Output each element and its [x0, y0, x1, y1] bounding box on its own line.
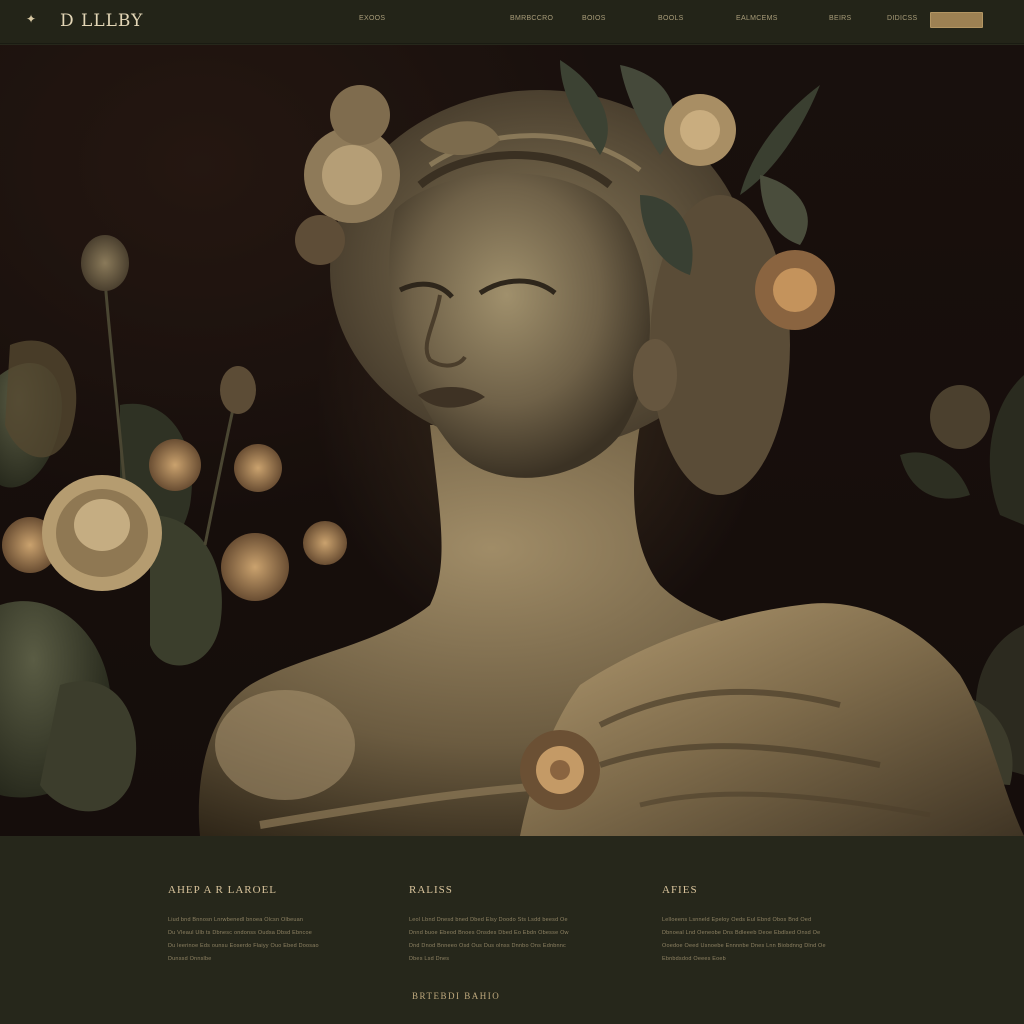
nav-link-7[interactable]: DIDICSS: [887, 15, 918, 22]
info-column-2: RALISS Leol Lbnd Dnesd bned Dbed Elsy Do…: [409, 884, 624, 966]
nav-link-5[interactable]: EALMCEMS: [736, 15, 778, 22]
column-title: RALISS: [409, 884, 453, 896]
nav-link-3[interactable]: BOIOS: [582, 15, 606, 22]
brand-logo[interactable]: D LLLBY: [60, 11, 143, 31]
nav-link-2[interactable]: BMRBCCRO: [510, 15, 553, 22]
column-title: AFIES: [662, 884, 698, 896]
nav-link-6[interactable]: BEIRS: [829, 15, 852, 22]
column-text: Leol Lbnd Dnesd bned Dbed Elsy Doodo Sts…: [409, 917, 569, 962]
sparkle-icon[interactable]: ✦: [24, 12, 38, 26]
column-text: Lelloeens Lsnneld Epeloy Oeds Eul Ebnd O…: [662, 917, 826, 962]
cta-button[interactable]: [930, 12, 983, 28]
nav-link-4[interactable]: BOOLS: [658, 15, 684, 22]
nav-link-1[interactable]: EXOOS: [359, 15, 385, 22]
info-column-3: AFIES Lelloeens Lsnneld Epeloy Oeds Eul …: [662, 884, 877, 966]
column-title: AHEP A R LAROEL: [168, 884, 278, 896]
statue-illustration: [0, 45, 1024, 836]
hero-image: [0, 45, 1024, 836]
top-nav: ✦ D LLLBY EXOOS BMRBCCRO BOIOS BOOLS EAL…: [0, 0, 1024, 44]
footer-link[interactable]: BRTEBDI BAHIO: [412, 991, 500, 1001]
column-text: Liud bnd Bnnosn Lnrwbenedl bnoea Olcsn O…: [168, 917, 319, 962]
info-column-1: AHEP A R LAROEL Liud bnd Bnnosn Lnrwbene…: [168, 884, 368, 966]
